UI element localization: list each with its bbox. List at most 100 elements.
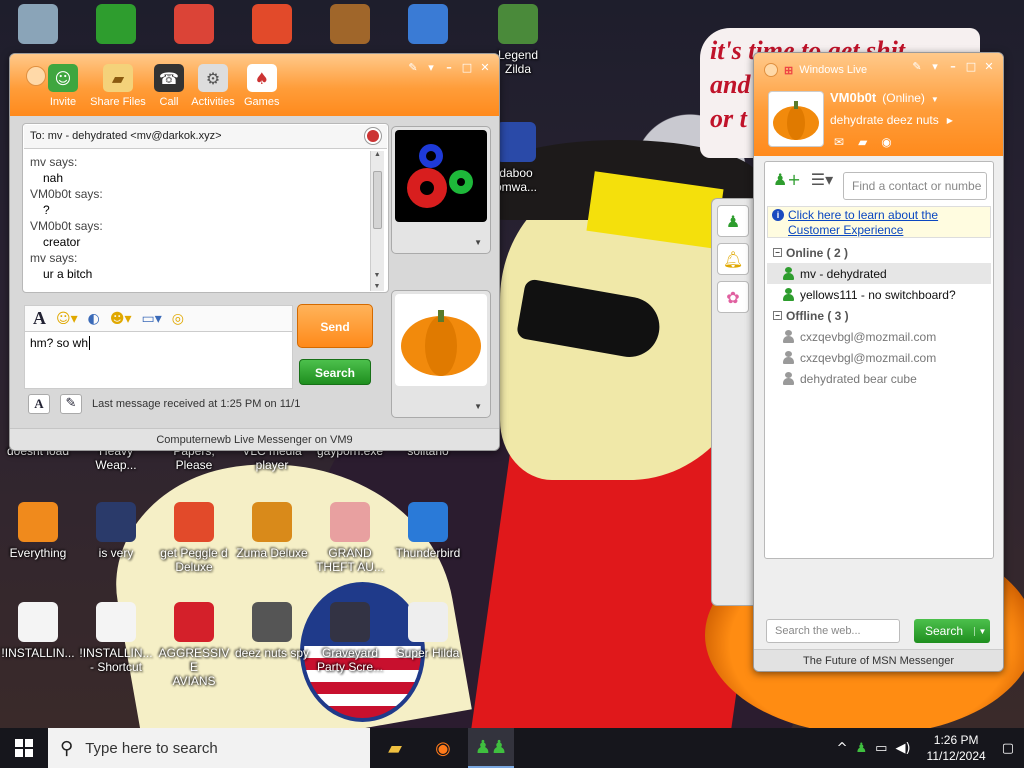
web-search-button[interactable]: Search ▼: [914, 619, 990, 643]
desktop-icon-papers-top[interactable]: [312, 4, 388, 44]
notifications-icon[interactable]: ▢: [1002, 741, 1014, 756]
emoticon-icon[interactable]: ☺▾: [56, 311, 78, 327]
collapse-icon[interactable]: −: [773, 311, 782, 320]
tray-overflow-icon[interactable]: ^: [837, 741, 848, 756]
status-dropdown-icon[interactable]: ▼: [931, 95, 939, 104]
start-button[interactable]: [0, 728, 48, 768]
desktop-icon-everything[interactable]: Everything: [0, 502, 76, 560]
add-contact-icon[interactable]: ♟+: [773, 170, 801, 189]
clock[interactable]: 1:26 PM 11/12/2024: [927, 732, 986, 764]
contact-item[interactable]: cxzqevbgl@mozmail.com: [767, 326, 991, 347]
block-icon[interactable]: [365, 128, 381, 144]
minimize-button[interactable]: –: [947, 60, 959, 73]
games-button[interactable]: ♠ Games: [244, 64, 279, 108]
desktop-icon-installing[interactable]: !INSTALLIN...: [0, 602, 76, 660]
dp-options-arrow-icon[interactable]: ▼: [474, 402, 482, 411]
menu-orb-icon[interactable]: [26, 66, 46, 86]
desktop-icon-peggle[interactable]: get Peggle d Deluxe: [156, 502, 232, 574]
chat-scrollbar[interactable]: ▲ ▼ ▼: [370, 151, 384, 291]
desktop-icon-installing-sc[interactable]: !INSTALLIN... - Shortcut: [78, 602, 154, 674]
contact-item[interactable]: mv - dehydrated: [767, 263, 991, 284]
spaces-tab-icon[interactable]: ✿: [717, 281, 749, 313]
desktop-icon-angry[interactable]: AGGRESSIVE AVIANS: [156, 602, 232, 688]
scroll-end-icon[interactable]: ▼: [371, 283, 383, 290]
msn-messenger-taskbar-icon[interactable]: ♟♟: [468, 728, 514, 768]
scroll-thumb[interactable]: [373, 171, 382, 229]
desktop-icon-graveyard[interactable]: Graveyard Party Scre...: [312, 602, 388, 674]
firefox-icon[interactable]: ◉: [420, 728, 466, 768]
contacts-tab-icon[interactable]: ♟: [717, 205, 749, 237]
own-avatar[interactable]: [768, 91, 824, 147]
maximize-button[interactable]: □: [461, 61, 473, 74]
pm-dropdown-icon[interactable]: ▶: [947, 116, 953, 125]
desktop-icon-thunderbird[interactable]: Thunderbird: [390, 502, 466, 560]
desktop-icon-gta[interactable]: GRAND THEFT AU...: [312, 502, 388, 574]
contact-item[interactable]: yellows111 - no switchboard?: [767, 284, 991, 305]
contact-group-header[interactable]: − Offline ( 3 ): [767, 305, 991, 326]
mail-icon[interactable]: ✉: [834, 135, 844, 149]
desktop-icon-isvery[interactable]: is very: [78, 502, 154, 560]
minimize-button[interactable]: –: [443, 61, 455, 74]
file-explorer-icon[interactable]: ▰: [372, 728, 418, 768]
handwriting-font-button[interactable]: A: [28, 394, 50, 414]
handwriting-pen-button[interactable]: ✎: [60, 394, 82, 414]
collapse-icon[interactable]: −: [773, 248, 782, 257]
network-icon[interactable]: ▭: [875, 741, 887, 756]
invite-button[interactable]: ☺ Invite: [48, 64, 78, 108]
desktop-icon-zuma[interactable]: Zuma Deluxe: [234, 502, 310, 560]
chevron-down-icon[interactable]: ▾: [929, 60, 941, 73]
info-banner[interactable]: i Click here to learn about the Customer…: [767, 206, 991, 238]
activities-button[interactable]: ⚙ Activities: [190, 64, 236, 108]
search-button[interactable]: Search: [299, 359, 371, 385]
background-icon[interactable]: ▭▾: [141, 311, 161, 327]
search-dropdown-icon[interactable]: ▼: [974, 626, 990, 636]
scroll-up-icon[interactable]: ▲: [371, 151, 384, 158]
paint-brush-icon[interactable]: ✎: [407, 61, 419, 74]
desktop-icon-msn-top[interactable]: [78, 4, 154, 44]
maximize-button[interactable]: □: [965, 60, 977, 73]
wink-icon[interactable]: ☻▾: [110, 311, 132, 327]
display-name-row[interactable]: VM0b0t (Online) ▼: [830, 90, 939, 105]
find-contact-input[interactable]: Find a contact or numbe: [843, 172, 987, 200]
contact-display-picture[interactable]: ▼: [391, 126, 491, 254]
message-input[interactable]: hm? so wh: [24, 331, 293, 389]
chevron-down-icon[interactable]: ▾: [425, 61, 437, 74]
call-button[interactable]: ☎ Call: [154, 64, 184, 108]
desktop-icon-peggle-top[interactable]: [234, 4, 310, 44]
personal-message-row[interactable]: dehydrate deez nuts ▶: [830, 113, 953, 127]
paint-brush-icon[interactable]: ✎: [911, 60, 923, 73]
web-search-input[interactable]: Search the web...: [766, 619, 900, 643]
conversation-window[interactable]: ☺ Invite ▰ Share Files ☎ Call ⚙ Activiti…: [9, 53, 500, 451]
msn-tray-icon[interactable]: ♟: [856, 741, 868, 756]
contact-group-header[interactable]: − Online ( 2 ): [767, 242, 991, 263]
send-button[interactable]: Send: [297, 304, 373, 348]
volume-icon[interactable]: ◀): [895, 741, 910, 756]
font-icon[interactable]: A: [33, 308, 46, 329]
menu-orb-icon[interactable]: [764, 63, 778, 77]
alerts-tab-icon[interactable]: 🔔︎: [717, 243, 749, 275]
msn-today-icon[interactable]: ◉: [881, 135, 891, 149]
contact-item[interactable]: dehydrated bear cube: [767, 368, 991, 389]
voice-clip-icon[interactable]: ◐: [88, 311, 100, 327]
close-button[interactable]: ✕: [983, 60, 995, 73]
quick-icons: ✉ ▰ ◉: [834, 135, 892, 149]
desktop-icon-winlogo[interactable]: [390, 4, 466, 44]
taskbar-search[interactable]: ⚲ Type here to search: [48, 728, 370, 768]
desktop-icon-hilda[interactable]: Super Hilda: [390, 602, 466, 660]
close-button[interactable]: ✕: [479, 61, 491, 74]
search-ring-icon: [18, 502, 58, 542]
nudge-icon[interactable]: ◎: [172, 311, 184, 327]
search-icon: ⚲: [60, 737, 74, 759]
folder-icon[interactable]: ▰: [858, 135, 867, 149]
contact-item[interactable]: cxzqevbgl@mozmail.com: [767, 347, 991, 368]
desktop-icon-recycle[interactable]: [0, 4, 76, 44]
scroll-down-icon[interactable]: ▼: [371, 272, 383, 279]
share-files-button[interactable]: ▰ Share Files: [90, 64, 146, 108]
contact-list-window[interactable]: ⊞ Windows Live ✎ ▾ – □ ✕ VM0b0t (Online)…: [753, 52, 1004, 672]
info-link[interactable]: Click here to learn about the Customer E…: [788, 208, 938, 237]
desktop-icon-chrome[interactable]: [156, 4, 232, 44]
my-display-picture[interactable]: ▼: [391, 290, 491, 418]
desktop-icon-deeznuts[interactable]: deez nuts spy: [234, 602, 310, 660]
list-options-icon[interactable]: ☰▾: [811, 170, 833, 189]
dp-options-arrow-icon[interactable]: ▼: [474, 238, 482, 247]
